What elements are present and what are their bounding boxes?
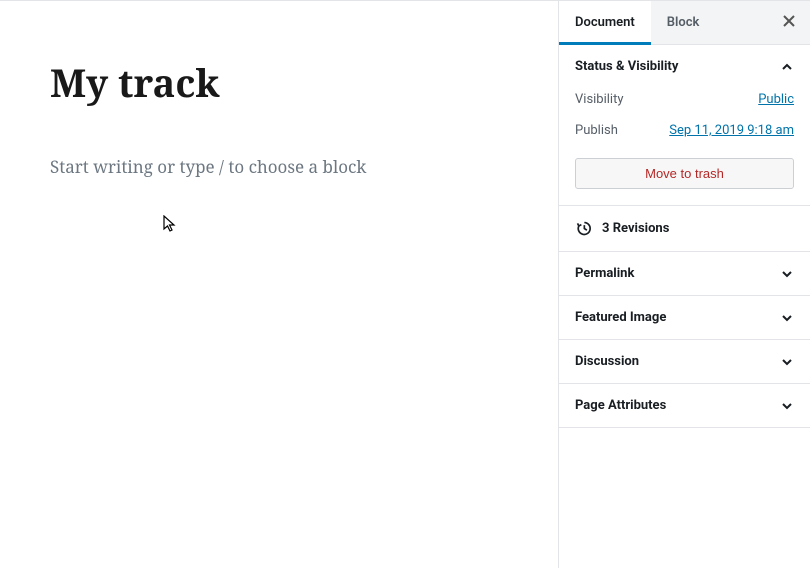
revisions-text: 3 Revisions xyxy=(602,221,669,236)
history-icon xyxy=(575,220,592,237)
panel-title: Featured Image xyxy=(575,310,666,325)
cursor-icon xyxy=(163,215,177,237)
revisions-button[interactable]: 3 Revisions xyxy=(559,206,810,252)
chevron-down-icon xyxy=(780,399,794,413)
post-title[interactable]: My track xyxy=(50,61,508,107)
panel-header-featured-image[interactable]: Featured Image xyxy=(559,296,810,339)
chevron-down-icon xyxy=(780,355,794,369)
close-icon xyxy=(782,13,796,32)
panel-discussion: Discussion xyxy=(559,340,810,384)
panel-title: Discussion xyxy=(575,354,639,369)
close-sidebar-button[interactable] xyxy=(778,12,800,34)
settings-sidebar: Document Block Status & Visibility Visib… xyxy=(558,0,810,568)
panel-header-permalink[interactable]: Permalink xyxy=(559,252,810,295)
sidebar-tabs: Document Block xyxy=(559,1,810,45)
visibility-row: Visibility Public xyxy=(575,92,794,107)
chevron-up-icon xyxy=(780,60,794,74)
block-placeholder[interactable]: Start writing or type / to choose a bloc… xyxy=(50,155,508,178)
panel-header-status-visibility[interactable]: Status & Visibility xyxy=(559,45,810,88)
visibility-value-link[interactable]: Public xyxy=(758,92,794,107)
panel-header-discussion[interactable]: Discussion xyxy=(559,340,810,383)
panel-header-page-attributes[interactable]: Page Attributes xyxy=(559,384,810,427)
editor-canvas[interactable]: My track Start writing or type / to choo… xyxy=(0,0,558,568)
panel-title: Page Attributes xyxy=(575,398,666,413)
panel-title: Permalink xyxy=(575,266,634,281)
panel-page-attributes: Page Attributes xyxy=(559,384,810,428)
move-to-trash-button[interactable]: Move to trash xyxy=(575,158,794,189)
panel-body-status-visibility: Visibility Public Publish Sep 11, 2019 9… xyxy=(559,88,810,205)
publish-label: Publish xyxy=(575,123,618,138)
panel-featured-image: Featured Image xyxy=(559,296,810,340)
visibility-label: Visibility xyxy=(575,92,624,107)
panel-status-visibility: Status & Visibility Visibility Public Pu… xyxy=(559,45,810,206)
publish-value-link[interactable]: Sep 11, 2019 9:18 am xyxy=(669,123,794,138)
publish-row: Publish Sep 11, 2019 9:18 am xyxy=(575,123,794,138)
panel-permalink: Permalink xyxy=(559,252,810,296)
tab-document[interactable]: Document xyxy=(559,1,651,45)
chevron-down-icon xyxy=(780,267,794,281)
tab-block[interactable]: Block xyxy=(651,1,716,45)
panel-title: Status & Visibility xyxy=(575,59,678,74)
chevron-down-icon xyxy=(780,311,794,325)
